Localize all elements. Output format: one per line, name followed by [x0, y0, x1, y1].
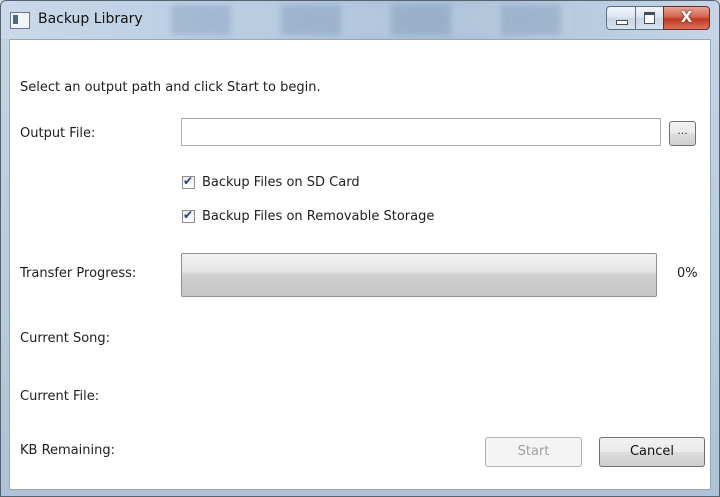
dialog-content: Select an output path and click Start to…	[9, 39, 711, 490]
close-icon: X	[680, 8, 693, 26]
current-file-label: Current File:	[20, 389, 100, 404]
browse-button[interactable]: ...	[669, 121, 696, 146]
removable-storage-checkbox-row[interactable]: Backup Files on Removable Storage	[182, 208, 434, 224]
close-button[interactable]: X	[663, 6, 710, 30]
cancel-button[interactable]: Cancel	[599, 437, 705, 467]
window-title: Backup Library	[38, 11, 143, 27]
start-button[interactable]: Start	[485, 437, 582, 467]
caption-buttons: X	[606, 6, 710, 30]
removable-storage-checkbox[interactable]	[182, 208, 195, 223]
title-bar[interactable]: Backup Library X	[1, 1, 719, 39]
progress-percent: 0%	[677, 266, 698, 281]
background-blur	[171, 5, 571, 35]
sd-card-checkbox-row[interactable]: Backup Files on SD Card	[182, 174, 360, 190]
app-window-icon	[10, 12, 30, 29]
current-song-label: Current Song:	[20, 331, 111, 346]
maximize-icon	[644, 12, 655, 24]
transfer-progress-label: Transfer Progress:	[20, 266, 137, 281]
transfer-progress-bar	[181, 253, 657, 297]
output-file-label: Output File:	[20, 126, 96, 141]
minimize-icon	[616, 20, 628, 25]
kb-remaining-label: KB Remaining:	[20, 443, 115, 458]
instructions-text: Select an output path and click Start to…	[20, 80, 321, 95]
removable-storage-checkbox-label[interactable]: Backup Files on Removable Storage	[202, 209, 434, 224]
sd-card-checkbox[interactable]	[182, 174, 195, 189]
maximize-button[interactable]	[635, 6, 663, 30]
output-file-input[interactable]	[181, 118, 661, 146]
minimize-button[interactable]	[606, 6, 635, 30]
sd-card-checkbox-label[interactable]: Backup Files on SD Card	[202, 175, 360, 190]
backup-library-window: Backup Library X Select an output path a…	[0, 0, 720, 497]
